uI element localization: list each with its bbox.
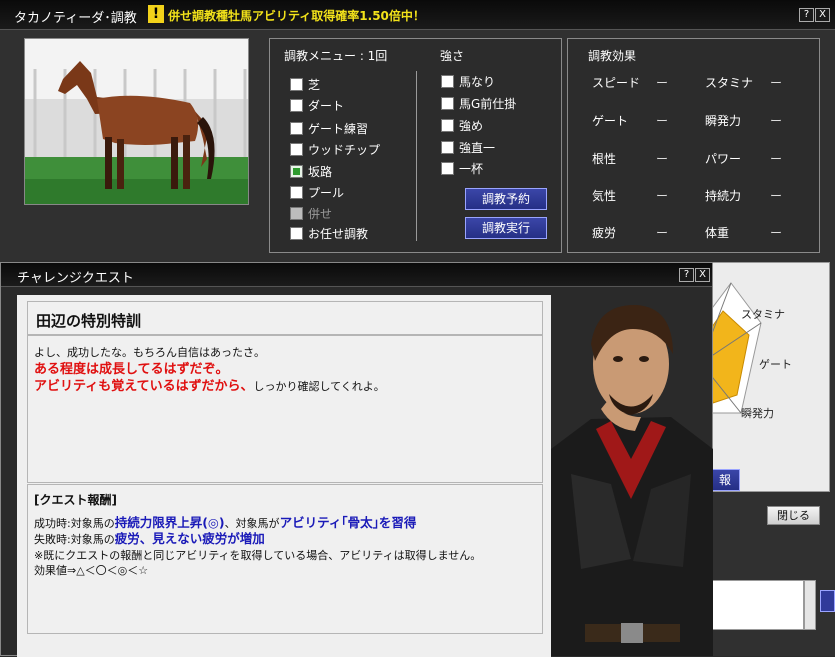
checkbox[interactable] [441, 75, 454, 88]
close-window-button[interactable]: 閉じる [767, 506, 820, 525]
report-button[interactable]: 報 [710, 469, 740, 491]
effect-value: ー [770, 226, 783, 240]
effect-label: 持続力 [705, 189, 742, 203]
menu-item-label: 坂路 [308, 165, 333, 179]
reward-ability: アビリティ｢骨太｣を習得 [279, 515, 417, 530]
close-button[interactable]: X [815, 8, 830, 22]
quest-content: 田辺の特別特訓 よし、成功したな。もちろん自信はあったさ。 ある程度は成長してる… [17, 295, 551, 657]
menu-item-label: 併せ [308, 207, 333, 221]
effect-scale: 効果値⇒△＜〇＜◎＜☆ [34, 564, 149, 577]
checkbox[interactable] [441, 119, 454, 132]
title-bar: タカノティーダ･調教 ! 併せ調教種牡馬アビリティ取得確率1.50倍中！ ? X [0, 0, 835, 30]
training-effect-panel: 調教効果 スピード ー スタミナ ー ゲート ー 瞬発力 ー 根性 ー パワー … [567, 38, 820, 253]
scrollbar[interactable] [804, 580, 816, 630]
effect-label: ゲート [592, 114, 629, 128]
dialogue-text: しっかり確認してくれよ。 [253, 380, 385, 393]
effect-label: 疲労 [592, 226, 617, 240]
radar-chart-panel: スタミナ ゲート 瞬発力 [700, 262, 830, 492]
reserve-training-button[interactable]: 調教予約 [465, 188, 547, 210]
warning-icon: ! [148, 5, 164, 23]
quest-help-button[interactable]: ? [679, 268, 694, 282]
effect-label: 根性 [592, 152, 617, 166]
dialogue-line: アビリティも覚えているはずだから、しっかり確認してくれよ。 [34, 375, 385, 394]
effect-label: 体重 [705, 226, 730, 240]
checkbox[interactable] [290, 227, 303, 240]
effect-value: ー [770, 76, 783, 90]
horse-image [24, 38, 249, 205]
checkbox[interactable] [441, 97, 454, 110]
effect-label: スピード [592, 76, 641, 90]
character-portrait [551, 299, 713, 656]
dialogue-emphasis: アビリティも覚えているはずだから、 [34, 379, 254, 394]
divider [416, 71, 417, 241]
menu-item-label: ダート [308, 99, 345, 113]
horse-illustration [25, 39, 248, 204]
execute-training-button[interactable]: 調教実行 [465, 217, 547, 239]
menu-item-label: お任せ調教 [308, 227, 369, 241]
effect-label: スタミナ [705, 76, 754, 90]
strength-label: 一杯 [459, 162, 484, 176]
menu-item-label: プール [308, 186, 345, 200]
checkbox[interactable] [290, 122, 303, 135]
trainer-illustration [551, 304, 713, 656]
checkbox[interactable] [290, 78, 303, 91]
notes-textarea[interactable] [712, 580, 804, 630]
side-button[interactable] [820, 590, 835, 612]
menu-item-label: ゲート練習 [308, 122, 369, 136]
strength-label: 馬G前仕掛 [459, 97, 517, 111]
radar-label: ゲート [759, 358, 792, 371]
checkbox[interactable] [290, 99, 303, 112]
effect-label: 瞬発力 [705, 114, 742, 128]
checkbox-checked[interactable] [290, 165, 303, 178]
reward-fail-line: 失敗時:対象馬の疲労、見えない疲労が増加 [34, 528, 265, 547]
fail-effect: 疲労、見えない疲労が増加 [114, 531, 265, 546]
reward-header: [クエスト報酬] [34, 493, 117, 507]
effect-value: ー [656, 226, 669, 240]
quest-close-button[interactable]: X [695, 268, 710, 282]
quest-heading-box: 田辺の特別特訓 [27, 301, 543, 335]
radar-chart [701, 282, 762, 414]
radar-label: 瞬発力 [741, 407, 774, 420]
effect-value: ー [656, 114, 669, 128]
strength-label: 馬なり [459, 75, 496, 89]
training-menu-panel: 調教メニュー : 1回 強さ 芝 ダート ゲート練習 ウッドチップ 坂路 プール [269, 38, 562, 253]
checkbox[interactable] [441, 162, 454, 175]
bonus-notice: 併せ調教種牡馬アビリティ取得確率1.50倍中！ [168, 9, 425, 23]
reward-text: 失敗時:対象馬の [34, 533, 115, 546]
quest-title-bar: チャレンジクエスト ? X [1, 263, 712, 287]
checkbox[interactable] [290, 143, 303, 156]
reward-note: ※既にクエストの報酬と同じアビリティを取得している場合、アビリティは取得しません… [34, 549, 482, 562]
checkbox-disabled [290, 207, 303, 220]
effect-value: ー [770, 114, 783, 128]
help-button[interactable]: ? [799, 8, 814, 22]
strength-header: 強さ [440, 49, 465, 63]
effect-label: 気性 [592, 189, 617, 203]
effect-value: ー [656, 76, 669, 90]
checkbox[interactable] [290, 186, 303, 199]
radar-label: スタミナ [741, 308, 785, 321]
menu-item-label: ウッドチップ [308, 143, 381, 157]
effect-value: ー [656, 152, 669, 166]
effect-value: ー [656, 189, 669, 203]
effect-value: ー [770, 189, 783, 203]
quest-heading: 田辺の特別特訓 [36, 312, 142, 330]
challenge-quest-dialog: チャレンジクエスト ? X 田辺の特別特訓 よし、成功したな。もちろん自信はあっ… [0, 262, 713, 657]
effect-label: パワー [705, 152, 742, 166]
training-menu-header: 調教メニュー : 1回 [284, 49, 388, 63]
quest-window-title: チャレンジクエスト [17, 271, 134, 286]
menu-item-label: 芝 [308, 78, 321, 92]
strength-label: 強め [459, 119, 484, 133]
effect-value: ー [770, 152, 783, 166]
quest-reward-box: [クエスト報酬] 成功時:対象馬の持続力限界上昇(◎)、対象馬がアビリティ｢骨太… [27, 484, 543, 634]
effect-header: 調教効果 [588, 49, 637, 63]
checkbox[interactable] [441, 141, 454, 154]
quest-dialogue-box: よし、成功したな。もちろん自信はあったさ。 ある程度は成長してるはずだぞ。 アビ… [27, 335, 543, 483]
window-title: タカノティーダ･調教 [14, 11, 137, 26]
strength-label: 強直一 [459, 141, 496, 155]
